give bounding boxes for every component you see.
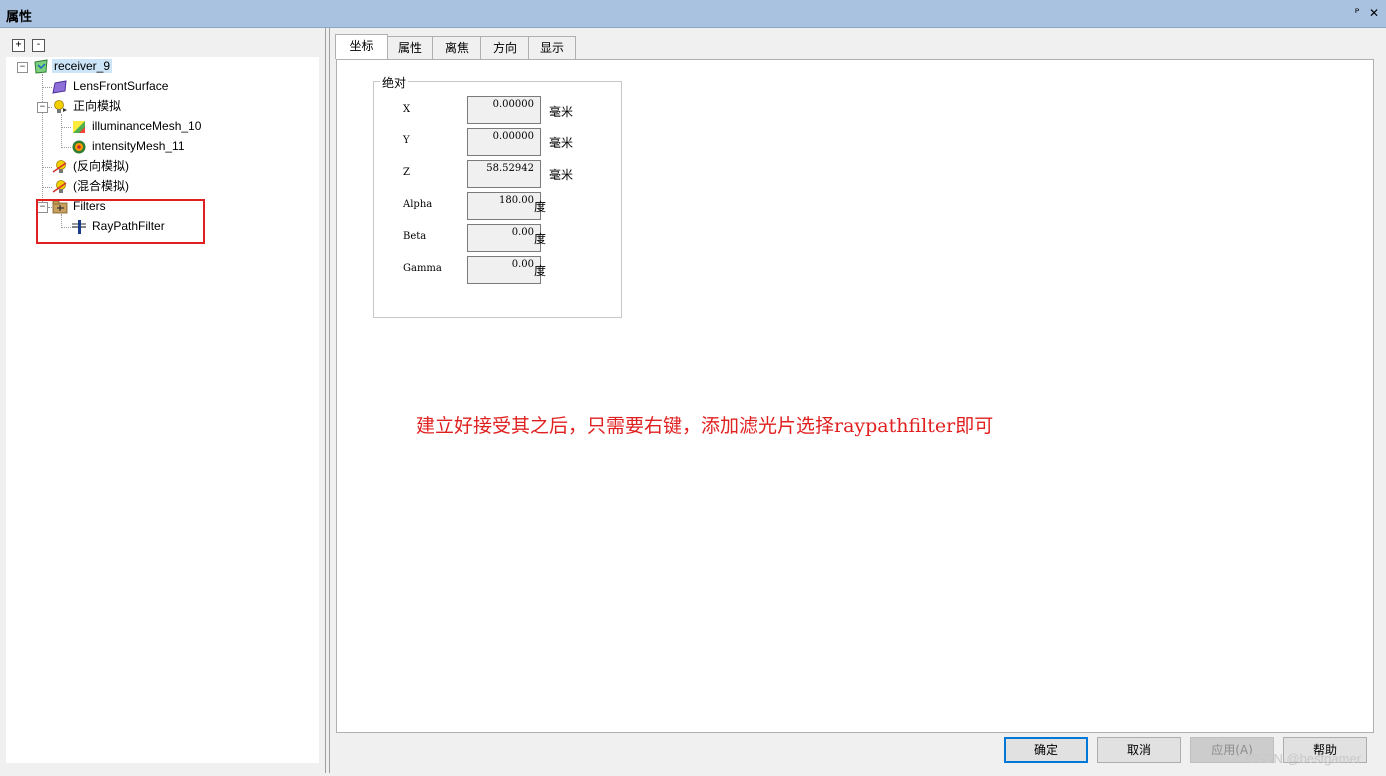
receiver-icon bbox=[34, 58, 48, 74]
tab-coordinates[interactable]: 坐标 bbox=[335, 34, 388, 59]
z-label: Z bbox=[403, 167, 410, 178]
gamma-unit: 度 bbox=[534, 264, 547, 278]
y-unit: 毫米 bbox=[549, 136, 574, 150]
tree-item-hybrid-simulation[interactable]: (混合模拟) bbox=[52, 177, 131, 195]
tree-item-label: 正向模拟 bbox=[73, 99, 122, 113]
window-title: 属性 bbox=[6, 10, 33, 25]
beta-label: Beta bbox=[403, 231, 427, 242]
lightbulb-icon bbox=[54, 99, 67, 113]
root-collapse-toggle[interactable]: − bbox=[17, 62, 28, 73]
expand-all-button[interactable]: + bbox=[12, 39, 25, 52]
alpha-unit: 度 bbox=[534, 200, 547, 214]
illuminance-mesh-icon bbox=[73, 120, 85, 133]
gamma-input[interactable]: 0.00 bbox=[467, 256, 541, 284]
tree-item-label: (反向模拟) bbox=[73, 159, 129, 173]
tree-item-illuminance-mesh[interactable]: illuminanceMesh_10 bbox=[71, 117, 203, 135]
annotation-text: 建立好接受其之后，只需要右键，添加滤光片选择raypathfilter即可 bbox=[416, 415, 994, 437]
tab-properties[interactable]: 属性 bbox=[386, 36, 434, 59]
alpha-input[interactable]: 180.00 bbox=[467, 192, 541, 220]
tab-defocus[interactable]: 离焦 bbox=[432, 36, 482, 59]
tree-item-reverse-simulation[interactable]: (反向模拟) bbox=[52, 157, 131, 175]
gamma-label: Gamma bbox=[403, 263, 442, 274]
tree-item-label: receiver_9 bbox=[52, 59, 113, 73]
ok-button[interactable]: 确定 bbox=[1004, 737, 1088, 763]
pin-icon[interactable]: ᴾ bbox=[1350, 5, 1364, 21]
hybrid-lightbulb-icon bbox=[52, 179, 67, 193]
beta-unit: 度 bbox=[534, 232, 547, 246]
x-unit: 毫米 bbox=[549, 105, 574, 119]
tree-item-lens-front-surface[interactable]: LensFrontSurface bbox=[52, 77, 170, 95]
forward-sim-collapse-toggle[interactable]: − bbox=[37, 102, 48, 113]
tree-item-receiver[interactable]: receiver_9 bbox=[33, 57, 113, 75]
x-input[interactable]: 0.00000 bbox=[467, 96, 541, 124]
cancel-button[interactable]: 取消 bbox=[1097, 737, 1181, 763]
title-bar: 属性 ᴾ ✕ bbox=[0, 0, 1386, 28]
close-icon[interactable]: ✕ bbox=[1367, 5, 1381, 21]
group-title: 绝对 bbox=[380, 74, 409, 91]
y-label: Y bbox=[403, 135, 410, 146]
beta-input[interactable]: 0.00 bbox=[467, 224, 541, 252]
x-label: X bbox=[403, 104, 411, 115]
tab-direction[interactable]: 方向 bbox=[480, 36, 530, 59]
reverse-lightbulb-icon bbox=[52, 159, 67, 173]
watermark: CSDN @bestgamer bbox=[1246, 751, 1362, 766]
alpha-label: Alpha bbox=[403, 199, 433, 210]
tree-item-label: intensityMesh_11 bbox=[92, 139, 185, 153]
highlight-box bbox=[36, 199, 205, 244]
tree-item-label: (混合模拟) bbox=[73, 179, 129, 193]
collapse-all-button[interactable]: - bbox=[32, 39, 45, 52]
tree-item-intensity-mesh[interactable]: intensityMesh_11 bbox=[71, 137, 187, 155]
tree-item-label: LensFrontSurface bbox=[73, 79, 169, 93]
tree-item-forward-simulation[interactable]: 正向模拟 bbox=[52, 97, 123, 115]
surface-icon bbox=[52, 79, 67, 94]
y-input[interactable]: 0.00000 bbox=[467, 128, 541, 156]
tree-item-label: illuminanceMesh_10 bbox=[92, 119, 202, 133]
z-unit: 毫米 bbox=[549, 168, 574, 182]
tab-display[interactable]: 显示 bbox=[528, 36, 576, 59]
z-input[interactable]: 58.52942 bbox=[467, 160, 541, 188]
intensity-mesh-icon bbox=[72, 140, 86, 153]
